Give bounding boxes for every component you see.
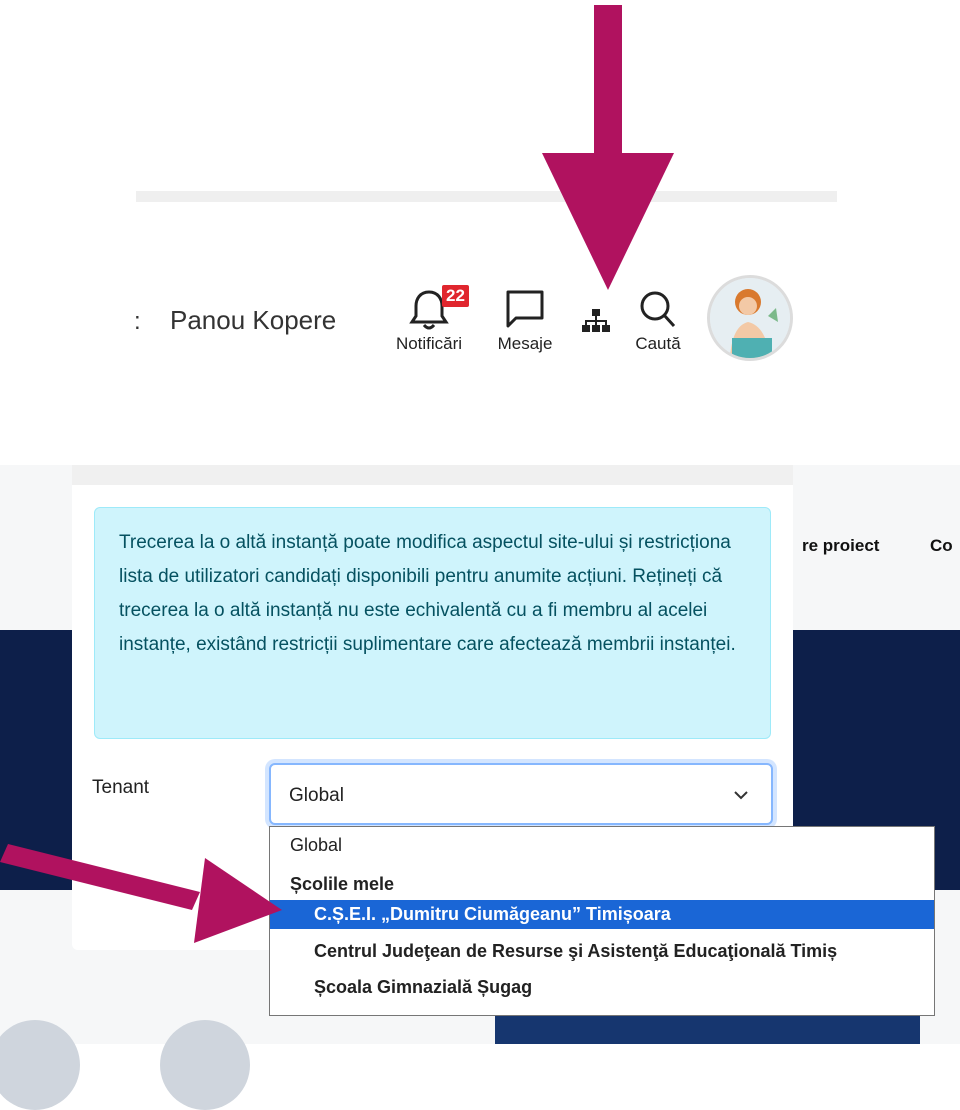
bg-nav-item: re proiect: [802, 536, 880, 555]
info-alert: Trecerea la o altă instanță poate modifi…: [94, 507, 771, 739]
search-label: Caută: [635, 334, 681, 353]
notifications-label: Notificări: [395, 334, 463, 353]
tenant-dropdown-list: Global Școlile mele C.Ș.E.I. „Dumitru Ci…: [269, 826, 935, 1016]
user-avatar[interactable]: [707, 275, 793, 361]
messages-button[interactable]: Mesaje: [488, 286, 562, 354]
annotation-arrow-down: [542, 5, 674, 290]
notification-count-badge: 22: [442, 285, 469, 307]
tenant-switch-button[interactable]: [578, 308, 614, 334]
modal-header: [72, 465, 793, 485]
chevron-down-icon: [734, 791, 748, 800]
option-global[interactable]: Global: [270, 831, 934, 860]
option-csei-timisoara[interactable]: C.Ș.E.I. „Dumitru Ciumăgeanu” Timișoara: [270, 900, 934, 929]
messages-label: Mesaje: [497, 334, 553, 353]
nav-separator: :: [134, 308, 141, 335]
tenant-label: Tenant: [92, 777, 150, 798]
option-scoala-sugag[interactable]: Școala Gimnazială Șugag: [270, 973, 934, 1002]
header-divider: [136, 191, 837, 202]
optgroup-my-schools: Școlile mele: [290, 874, 395, 894]
search-button[interactable]: Caută: [628, 286, 688, 354]
avatar-image: [710, 278, 790, 358]
dashboard-link[interactable]: Panou Kopere: [170, 305, 336, 336]
bg-decoration: [0, 1020, 80, 1110]
tenant-select[interactable]: Global: [269, 763, 773, 825]
sitemap-icon: [582, 309, 610, 332]
annotation-arrow-right: [0, 844, 282, 943]
tenant-select-value: Global: [289, 785, 344, 806]
bg-nav-item: Co: [930, 536, 953, 555]
option-cjrae-timis[interactable]: Centrul Judeţean de Resurse şi Asistenţă…: [270, 937, 934, 966]
top-navbar: : Panou Kopere Notificări 22 Mesaje Caut…: [0, 270, 960, 380]
bg-decoration: [160, 1020, 250, 1110]
